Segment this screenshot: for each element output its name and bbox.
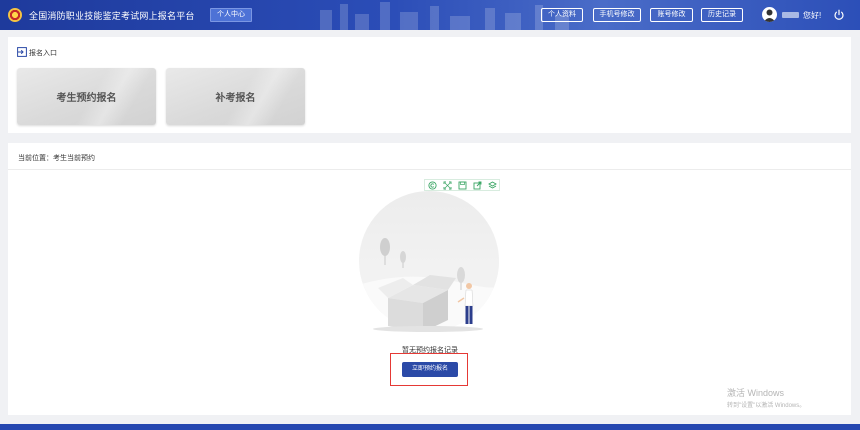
change-account-button[interactable]: 账号修改 bbox=[650, 8, 693, 22]
bottom-bar bbox=[0, 424, 860, 430]
user-avatar[interactable] bbox=[762, 7, 777, 22]
section-label: 报名入口 bbox=[29, 50, 57, 57]
share-icon[interactable] bbox=[473, 181, 482, 190]
change-phone-button[interactable]: 手机号修改 bbox=[593, 8, 641, 22]
divider bbox=[8, 169, 851, 170]
power-icon[interactable] bbox=[833, 9, 845, 21]
windows-activation-watermark: 激活 Windows 转到"设置"以激活 Windows。 bbox=[727, 386, 805, 409]
empty-state-illustration bbox=[359, 191, 499, 332]
makeup-exam-card[interactable]: 补考报名 bbox=[166, 68, 305, 125]
reserve-now-button[interactable]: 立即预约报名 bbox=[402, 362, 458, 377]
expand-icon[interactable] bbox=[443, 181, 452, 190]
greeting-text: 您好! bbox=[803, 11, 822, 20]
fire-emblem-logo bbox=[8, 8, 22, 22]
site-title: 全国消防职业技能鉴定考试网上报名平台 bbox=[29, 11, 195, 21]
save-icon[interactable] bbox=[458, 181, 467, 190]
user-avatar-icon bbox=[763, 9, 776, 22]
watermark-line2: 转到"设置"以激活 Windows。 bbox=[727, 403, 806, 409]
makeup-exam-label: 补考报名 bbox=[215, 93, 256, 104]
candidate-reservation-label: 考生预约报名 bbox=[56, 93, 117, 104]
candidate-reservation-card[interactable]: 考生预约报名 bbox=[17, 68, 156, 125]
personal-center-tab[interactable]: 个人中心 bbox=[210, 8, 252, 22]
registration-entry-card: 报名入口 考生预约报名 补考报名 bbox=[8, 37, 851, 133]
history-button[interactable]: 历史记录 bbox=[701, 8, 743, 22]
layers-icon[interactable] bbox=[488, 181, 497, 190]
copyright-icon[interactable] bbox=[428, 181, 437, 190]
profile-button[interactable]: 个人资料 bbox=[541, 8, 583, 22]
login-box-icon bbox=[17, 47, 27, 57]
watermark-line1: 激活 Windows bbox=[727, 388, 785, 398]
breadcrumb: 当前位置：考生当前预约 bbox=[18, 155, 95, 162]
username-redacted bbox=[782, 12, 799, 18]
